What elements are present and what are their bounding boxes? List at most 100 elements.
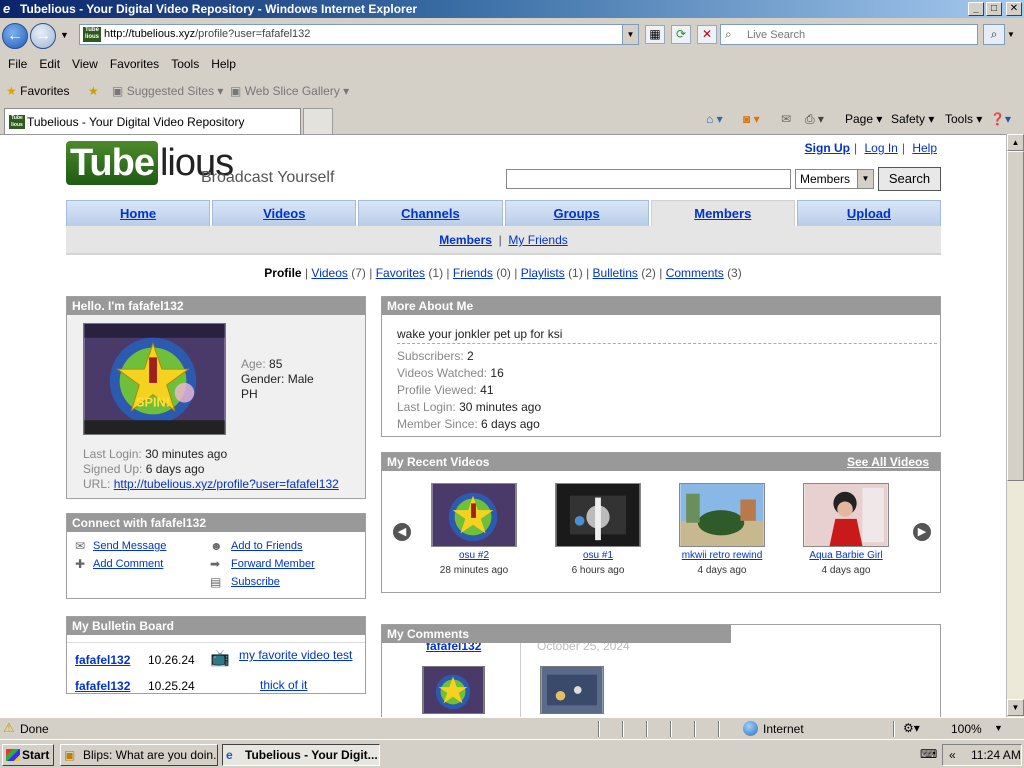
page-menu[interactable]: Page ▾ <box>845 112 882 126</box>
help-link[interactable]: Help <box>912 141 937 155</box>
scroll-up-icon[interactable]: ▲ <box>1007 134 1024 151</box>
bulletin-user-link[interactable]: fafafel132 <box>75 653 130 667</box>
nav-upload[interactable]: Upload <box>847 206 891 221</box>
menu-file[interactable]: File <box>2 54 33 74</box>
next-arrow-icon[interactable]: ▶ <box>913 523 931 541</box>
tab-favorites[interactable]: Favorites <box>376 266 425 280</box>
video-thumbnail[interactable] <box>555 483 641 547</box>
scroll-down-icon[interactable]: ▼ <box>1007 699 1024 716</box>
refresh-icon[interactable]: ⟳ <box>671 25 691 44</box>
video-thumbnail[interactable] <box>431 483 517 547</box>
tab-friends[interactable]: Friends <box>453 266 493 280</box>
video-title-link[interactable]: osu #2 <box>431 550 517 561</box>
compatibility-icon[interactable]: ▦ <box>645 25 665 44</box>
forward-member-link[interactable]: Forward Member <box>231 558 315 570</box>
subnav-members[interactable]: Members <box>439 233 492 247</box>
protected-mode-icon[interactable]: ⚙▾ <box>903 721 920 735</box>
web-slice-gallery-button[interactable]: ▣ Web Slice Gallery ▾ <box>230 84 349 98</box>
video-thumbnail[interactable] <box>679 483 765 547</box>
window-title-bar: e Tubelious - Your Digital Video Reposit… <box>0 0 1024 18</box>
search-scope-select[interactable]: Members ▼ <box>795 169 874 189</box>
print-icon[interactable]: ⎙ ▾ <box>805 112 824 127</box>
ie-icon: e <box>3 1 11 16</box>
menu-help[interactable]: Help <box>205 54 242 74</box>
video-thumbnail[interactable] <box>803 483 889 547</box>
keyboard-icon[interactable]: ⌨ <box>920 747 937 761</box>
security-zone[interactable]: Internet <box>763 722 804 736</box>
recent-pages-dropdown[interactable]: ▼ <box>60 30 69 40</box>
back-button[interactable]: ← <box>2 23 28 49</box>
search-options-dropdown[interactable]: ▼ <box>1007 30 1015 39</box>
home-icon[interactable]: ⌂ ▾ <box>706 112 723 126</box>
search-go-button[interactable]: ⌕ <box>983 24 1005 45</box>
nav-home[interactable]: Home <box>120 206 156 221</box>
send-message-link[interactable]: Send Message <box>93 540 166 552</box>
subscribe-link[interactable]: Subscribe <box>231 576 280 588</box>
bulletin-title-link[interactable]: thick of it <box>260 678 307 692</box>
menu-view[interactable]: View <box>66 54 104 74</box>
suggested-sites-button[interactable]: ▣ Suggested Sites ▾ <box>112 84 223 98</box>
see-all-videos-link[interactable]: See All Videos <box>847 453 929 471</box>
subnav-my-friends[interactable]: My Friends <box>508 233 567 247</box>
maximize-button[interactable]: □ <box>986 2 1002 16</box>
globe-icon <box>743 721 758 736</box>
menu-favorites[interactable]: Favorites <box>104 54 165 74</box>
video-item[interactable]: mkwii retro rewind 4 days ago <box>679 483 765 576</box>
vertical-scrollbar[interactable]: ▲ ▼ <box>1006 134 1024 717</box>
address-bar[interactable]: Tube lious http://tubelious.xyz/profile?u… <box>79 24 639 45</box>
close-button[interactable]: ✕ <box>1006 2 1022 16</box>
safety-menu[interactable]: Safety ▾ <box>891 112 934 126</box>
prev-arrow-icon[interactable]: ◀ <box>393 523 411 541</box>
menu-edit[interactable]: Edit <box>33 54 66 74</box>
taskbar-item-tubelious[interactable]: e Tubelious - Your Digit... <box>222 744 380 766</box>
tab-videos[interactable]: Videos <box>311 266 347 280</box>
help-icon[interactable]: ❓▾ <box>990 112 1011 126</box>
read-mail-icon[interactable]: ✉ <box>781 112 791 126</box>
minimize-button[interactable]: _ <box>968 2 984 16</box>
site-search-input[interactable] <box>506 169 791 189</box>
clock[interactable]: 11:24 AM <box>971 745 1021 765</box>
tools-menu[interactable]: Tools ▾ <box>945 112 982 126</box>
tab-playlists[interactable]: Playlists <box>521 266 565 280</box>
tab-comments[interactable]: Comments <box>666 266 724 280</box>
menu-tools[interactable]: Tools <box>165 54 205 74</box>
comment-video-thumbnail[interactable] <box>540 666 604 714</box>
tab-bulletins[interactable]: Bulletins <box>593 266 638 280</box>
bulletin-title-link[interactable]: my favorite video test <box>239 648 352 662</box>
avatar[interactable]: SPIN! <box>83 323 226 435</box>
search-button[interactable]: Search <box>878 167 941 191</box>
favorites-button[interactable]: ★ Favorites <box>6 84 69 98</box>
video-item[interactable]: Aqua Barbie Girl 4 days ago <box>803 483 889 576</box>
new-tab-button[interactable] <box>303 108 333 134</box>
forward-button[interactable]: → <box>30 23 56 49</box>
live-search-input[interactable]: ⌕ Live Search <box>720 24 978 45</box>
add-to-friends-link[interactable]: Add to Friends <box>231 540 303 552</box>
login-link[interactable]: Log In <box>864 141 897 155</box>
video-title-link[interactable]: Aqua Barbie Girl <box>803 550 889 561</box>
feeds-icon[interactable]: ◙ ▾ <box>743 112 760 126</box>
nav-videos[interactable]: Videos <box>263 206 305 221</box>
video-title-link[interactable]: osu #1 <box>555 550 641 561</box>
add-favorite-icon[interactable]: ★ <box>88 84 99 98</box>
scroll-thumb[interactable] <box>1007 151 1024 481</box>
nav-members[interactable]: Members <box>694 206 751 221</box>
taskbar-item-blips[interactable]: ▣ Blips: What are you doin... <box>60 744 218 766</box>
video-item[interactable]: osu #2 28 minutes ago <box>431 483 517 576</box>
browser-tab-active[interactable]: Tube lious Tubelious - Your Digital Video… <box>4 108 301 134</box>
nav-groups[interactable]: Groups <box>553 206 599 221</box>
expand-tray-icon[interactable]: « <box>949 745 956 765</box>
zoom-level[interactable]: 100% <box>951 722 982 736</box>
chevron-down-icon[interactable]: ▼ <box>994 723 1003 733</box>
profile-url-link[interactable]: http://tubelious.xyz/profile?user=fafafe… <box>114 477 339 491</box>
comment-avatar[interactable] <box>422 666 485 714</box>
add-comment-link[interactable]: Add Comment <box>93 558 163 570</box>
nav-channels[interactable]: Channels <box>401 206 460 221</box>
stop-icon[interactable]: ✕ <box>697 25 717 44</box>
bulletin-user-link[interactable]: fafafel132 <box>75 679 130 693</box>
video-item[interactable]: osu #1 6 hours ago <box>555 483 641 576</box>
page-icon: ▣ <box>230 84 242 98</box>
address-dropdown[interactable]: ▼ <box>622 25 638 44</box>
signup-link[interactable]: Sign Up <box>805 141 850 155</box>
start-button[interactable]: Start <box>2 744 54 766</box>
video-title-link[interactable]: mkwii retro rewind <box>679 550 765 561</box>
